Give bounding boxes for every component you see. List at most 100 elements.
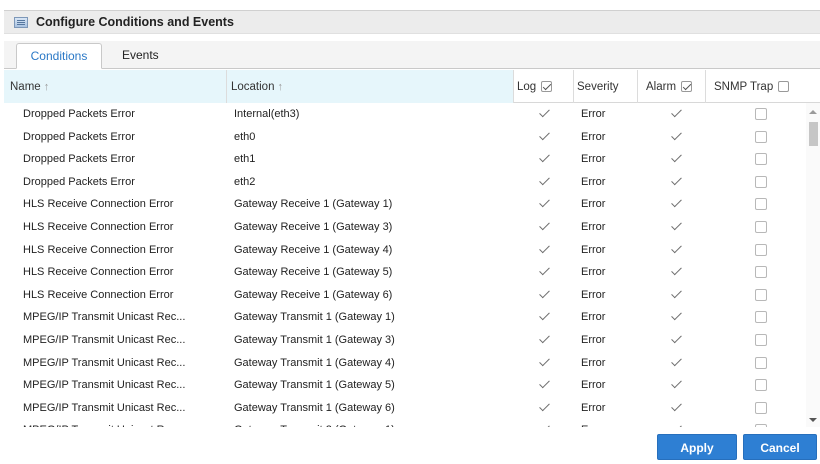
- condition-location-cell: Internal(eth3): [234, 108, 300, 120]
- alarm-checkbox[interactable]: [670, 131, 682, 143]
- alarm-select-all-checkbox[interactable]: [681, 81, 693, 92]
- table-row[interactable]: MPEG/IP Transmit Unicast Rec... Gateway T…: [4, 329, 804, 352]
- sort-ascending-icon: ↑: [277, 80, 283, 93]
- snmp-trap-checkbox[interactable]: [755, 288, 767, 301]
- snmp-trap-checkbox[interactable]: [755, 266, 767, 279]
- table-row[interactable]: HLS Receive Connection Error Gateway Rece…: [4, 216, 804, 239]
- conditions-table-body: Dropped Packets Error Internal(eth3) Error…: [4, 103, 804, 427]
- vertical-scrollbar[interactable]: [806, 103, 820, 427]
- snmp-trap-checkbox[interactable]: [755, 175, 767, 188]
- table-header: Name ↑ Location ↑ Log Severity Alarm SNM…: [4, 70, 820, 103]
- table-row[interactable]: Dropped Packets Error eth2 Error: [4, 171, 804, 194]
- condition-location-cell: Gateway Receive 1 (Gateway 5): [234, 266, 393, 279]
- log-checkbox[interactable]: [538, 108, 550, 120]
- condition-severity-cell: Error: [581, 266, 606, 279]
- column-header-name[interactable]: Name ↑: [4, 70, 226, 103]
- alarm-checkbox[interactable]: [670, 153, 682, 165]
- dialog-title: Configure Conditions and Events: [36, 15, 234, 29]
- snmp-trap-checkbox[interactable]: [755, 243, 767, 256]
- alarm-checkbox[interactable]: [670, 244, 682, 256]
- log-select-all-checkbox[interactable]: [541, 81, 553, 92]
- alarm-checkbox[interactable]: [670, 176, 682, 188]
- table-row[interactable]: MPEG/IP Transmit Unicast Rec... Gateway T…: [4, 419, 804, 427]
- table-row[interactable]: HLS Receive Connection Error Gateway Rece…: [4, 261, 804, 284]
- alarm-checkbox[interactable]: [670, 198, 682, 210]
- snmp-trap-checkbox[interactable]: [755, 401, 767, 414]
- snmp-select-all-checkbox[interactable]: [778, 81, 790, 92]
- alarm-checkbox[interactable]: [670, 424, 682, 427]
- condition-name-cell: HLS Receive Connection Error: [23, 288, 174, 301]
- table-row[interactable]: MPEG/IP Transmit Unicast Rec... Gateway T…: [4, 374, 804, 397]
- condition-location-cell: eth0: [234, 130, 256, 143]
- dialog-title-bar: Configure Conditions and Events: [4, 10, 820, 34]
- log-checkbox[interactable]: [538, 198, 550, 210]
- log-checkbox[interactable]: [538, 357, 550, 369]
- alarm-checkbox[interactable]: [670, 402, 682, 414]
- condition-name-cell: Dropped Packets Error: [23, 108, 135, 120]
- snmp-trap-checkbox[interactable]: [755, 424, 767, 427]
- table-row[interactable]: Dropped Packets Error eth1 Error: [4, 148, 804, 171]
- alarm-checkbox[interactable]: [670, 221, 682, 233]
- snmp-trap-checkbox[interactable]: [755, 379, 767, 392]
- alarm-checkbox[interactable]: [670, 334, 682, 346]
- table-row[interactable]: HLS Receive Connection Error Gateway Rece…: [4, 193, 804, 216]
- tab-events[interactable]: Events: [110, 43, 171, 69]
- table-row[interactable]: Dropped Packets Error Internal(eth3) Error: [4, 103, 804, 126]
- log-checkbox[interactable]: [538, 379, 550, 391]
- log-checkbox[interactable]: [538, 289, 550, 301]
- condition-location-cell: Gateway Transmit 1 (Gateway 6): [234, 401, 395, 414]
- alarm-checkbox[interactable]: [670, 311, 682, 323]
- configure-conditions-dialog: Configure Conditions and Events Conditio…: [0, 0, 820, 464]
- table-row[interactable]: Dropped Packets Error eth0 Error: [4, 126, 804, 149]
- log-checkbox[interactable]: [538, 153, 550, 165]
- condition-severity-cell: Error: [581, 288, 606, 301]
- table-row[interactable]: MPEG/IP Transmit Unicast Rec... Gateway T…: [4, 306, 804, 329]
- condition-location-cell: Gateway Transmit 1 (Gateway 3): [234, 334, 395, 346]
- condition-severity-cell: Error: [581, 130, 606, 143]
- condition-severity-cell: Error: [581, 198, 606, 211]
- snmp-trap-checkbox[interactable]: [755, 221, 767, 233]
- snmp-trap-checkbox[interactable]: [755, 108, 767, 120]
- condition-name-cell: HLS Receive Connection Error: [23, 266, 174, 279]
- table-row[interactable]: MPEG/IP Transmit Unicast Rec... Gateway T…: [4, 352, 804, 375]
- tab-conditions[interactable]: Conditions: [16, 43, 102, 69]
- scrollbar-thumb[interactable]: [809, 122, 818, 146]
- condition-location-cell: Gateway Receive 1 (Gateway 3): [234, 221, 393, 233]
- column-header-alarm: Alarm: [638, 70, 705, 103]
- condition-severity-cell: Error: [581, 153, 606, 166]
- log-checkbox[interactable]: [538, 176, 550, 188]
- log-checkbox[interactable]: [538, 244, 550, 256]
- scroll-down-arrow-icon[interactable]: [809, 418, 817, 422]
- log-checkbox[interactable]: [538, 221, 550, 233]
- apply-button[interactable]: Apply: [657, 434, 737, 460]
- table-row[interactable]: MPEG/IP Transmit Unicast Rec... Gateway T…: [4, 397, 804, 420]
- snmp-trap-checkbox[interactable]: [755, 153, 767, 166]
- snmp-trap-checkbox[interactable]: [755, 356, 767, 369]
- condition-severity-cell: Error: [581, 379, 606, 392]
- log-checkbox[interactable]: [538, 266, 550, 278]
- log-checkbox[interactable]: [538, 131, 550, 143]
- column-header-location[interactable]: Location ↑: [227, 70, 513, 103]
- condition-severity-cell: Error: [581, 108, 606, 120]
- log-checkbox[interactable]: [538, 334, 550, 346]
- alarm-checkbox[interactable]: [670, 266, 682, 278]
- snmp-trap-checkbox[interactable]: [755, 130, 767, 143]
- alarm-checkbox[interactable]: [670, 108, 682, 120]
- sort-ascending-icon: ↑: [43, 80, 50, 93]
- snmp-trap-checkbox[interactable]: [755, 198, 767, 211]
- table-row[interactable]: HLS Receive Connection Error Gateway Rece…: [4, 284, 804, 307]
- condition-name-cell: HLS Receive Connection Error: [23, 221, 174, 233]
- log-checkbox[interactable]: [538, 311, 550, 323]
- condition-name-cell: Dropped Packets Error: [23, 175, 135, 188]
- log-checkbox[interactable]: [538, 424, 550, 427]
- table-row[interactable]: HLS Receive Connection Error Gateway Rece…: [4, 239, 804, 262]
- snmp-trap-checkbox[interactable]: [755, 311, 767, 324]
- alarm-checkbox[interactable]: [670, 357, 682, 369]
- scroll-up-arrow-icon[interactable]: [809, 110, 817, 114]
- cancel-button[interactable]: Cancel: [743, 434, 817, 460]
- snmp-trap-checkbox[interactable]: [755, 334, 767, 346]
- alarm-checkbox[interactable]: [670, 379, 682, 391]
- alarm-checkbox[interactable]: [670, 289, 682, 301]
- condition-location-cell: Gateway Receive 1 (Gateway 4): [234, 243, 393, 256]
- log-checkbox[interactable]: [538, 402, 550, 414]
